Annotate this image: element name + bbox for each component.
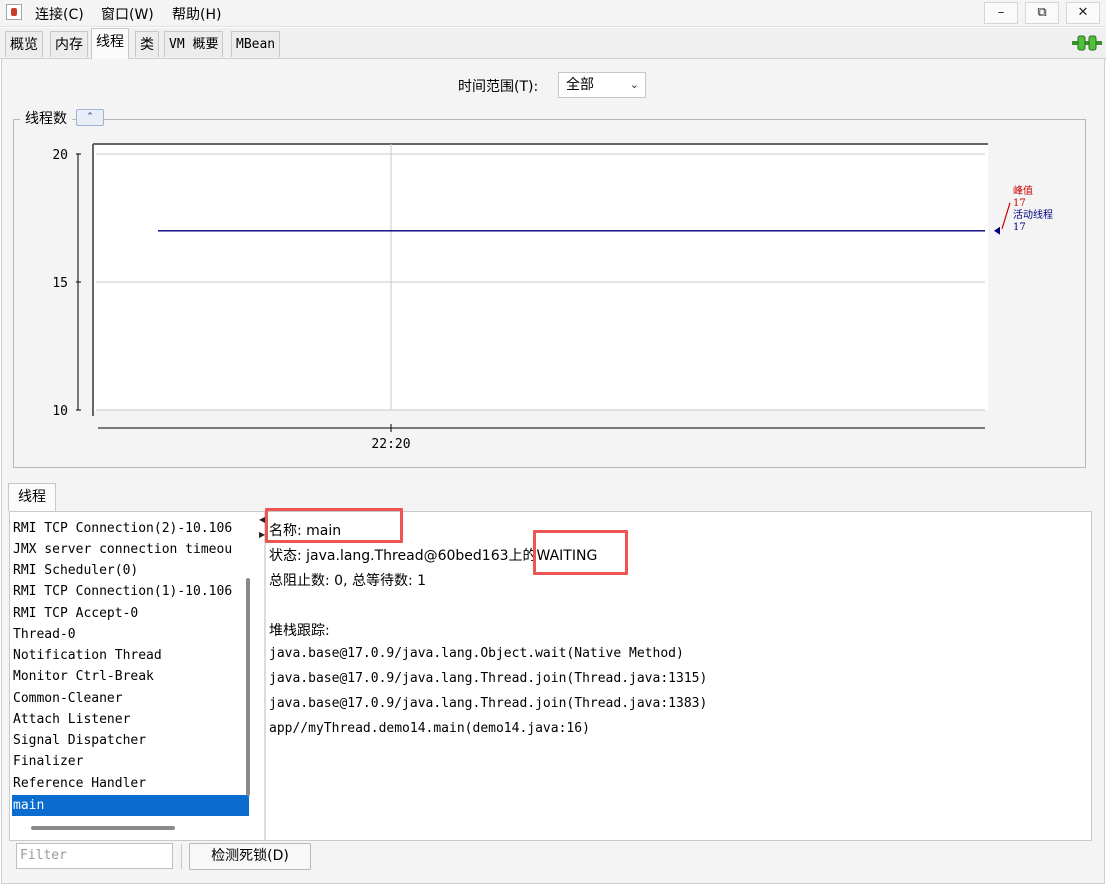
threads-list-tab[interactable]: 线程	[8, 483, 56, 511]
tab-memory[interactable]: 内存	[50, 31, 88, 57]
legend-peak-label: 峰值	[1013, 186, 1033, 197]
thread-item[interactable]: RMI TCP Connection(2)-10.106	[13, 518, 232, 539]
thread-list: RMI TCP Connection(2)-10.106 JMX server …	[10, 512, 253, 817]
stack-frame: java.base@17.0.9/java.lang.Object.wait(N…	[269, 646, 684, 661]
tab-threads[interactable]: 线程	[91, 28, 129, 59]
stack-frame: java.base@17.0.9/java.lang.Thread.join(T…	[269, 696, 708, 711]
thread-item[interactable]: Thread-0	[13, 624, 76, 645]
y-tick-label: 10	[52, 404, 68, 419]
thread-item-selected[interactable]: main	[12, 795, 249, 816]
chart-plot: 10 15 20 22:20	[52, 143, 1011, 452]
menu-help[interactable]: 帮助(H)	[172, 4, 221, 24]
menu-connect[interactable]: 连接(C)	[35, 4, 84, 24]
thread-item[interactable]: RMI TCP Accept-0	[13, 603, 138, 624]
active-marker-icon	[994, 226, 1000, 235]
thread-list-vertical-scrollbar[interactable]	[246, 578, 250, 796]
minimize-icon[interactable]: –	[984, 2, 1018, 24]
chart-title: 线程数	[20, 108, 72, 128]
state-highlight-box	[533, 530, 628, 575]
thread-item[interactable]: RMI Scheduler(0)	[13, 560, 138, 581]
peak-marker-icon	[1001, 202, 1011, 229]
name-highlight-box	[265, 508, 403, 543]
thread-block-counts: 总阻止数: 0, 总等待数: 1	[269, 573, 427, 589]
thread-item[interactable]: Signal Dispatcher	[13, 730, 146, 751]
tab-mbean[interactable]: MBean	[231, 31, 281, 57]
y-tick-label: 15	[52, 276, 68, 291]
thread-item[interactable]: JMX server connection timeou	[13, 539, 232, 560]
time-range-value: 全部	[566, 77, 594, 93]
stack-trace-title: 堆栈跟踪:	[269, 623, 330, 639]
stack-frame: java.base@17.0.9/java.lang.Thread.join(T…	[269, 671, 708, 686]
x-tick-label: 22:20	[371, 437, 410, 452]
thread-list-horizontal-scrollbar[interactable]	[31, 826, 175, 830]
thread-item[interactable]: Monitor Ctrl-Break	[13, 666, 154, 687]
menu-window[interactable]: 窗口(W)	[101, 4, 154, 24]
thread-item[interactable]: Notification Thread	[13, 645, 162, 666]
legend-active-value: 17	[1013, 222, 1026, 233]
tab-classes[interactable]: 类	[135, 31, 159, 57]
tab-overview[interactable]: 概览	[5, 31, 43, 57]
thread-details: 名称: main 状态: java.lang.Thread@60bed163上的…	[266, 512, 1090, 838]
thread-item[interactable]: Finalizer	[13, 751, 83, 772]
time-range-select[interactable]: 全部 ⌄	[558, 72, 646, 98]
thread-item[interactable]: Attach Listener	[13, 709, 130, 730]
java-app-icon	[6, 4, 22, 20]
time-range-label: 时间范围(T):	[458, 79, 539, 95]
tab-vm-summary[interactable]: VM 概要	[164, 31, 224, 57]
y-tick-label: 20	[52, 148, 68, 163]
thread-item[interactable]: Common-Cleaner	[13, 688, 123, 709]
chevron-down-icon: ⌄	[629, 78, 639, 91]
plot-area	[93, 144, 988, 410]
thread-item[interactable]: Reference Handler	[13, 773, 146, 794]
menu-bar	[0, 0, 1106, 27]
close-icon[interactable]: ✕	[1066, 2, 1100, 24]
legend-active-label: 活动线程	[1013, 210, 1053, 221]
restore-icon[interactable]: ⧉	[1025, 2, 1059, 24]
separator	[181, 844, 182, 869]
detect-deadlock-button[interactable]: 检测死锁(D)	[189, 843, 311, 870]
thread-item[interactable]: RMI TCP Connection(1)-10.106	[13, 581, 232, 602]
collapse-chart-button[interactable]: ˆ	[76, 109, 104, 126]
connection-icon	[1072, 35, 1102, 51]
chart-legend: 峰值 17 活动线程 17	[1013, 186, 1053, 234]
stack-frame: app//myThread.demo14.main(demo14.java:16…	[269, 721, 590, 736]
legend-peak-value: 17	[1013, 198, 1026, 209]
filter-input[interactable]: Filter	[16, 843, 173, 869]
